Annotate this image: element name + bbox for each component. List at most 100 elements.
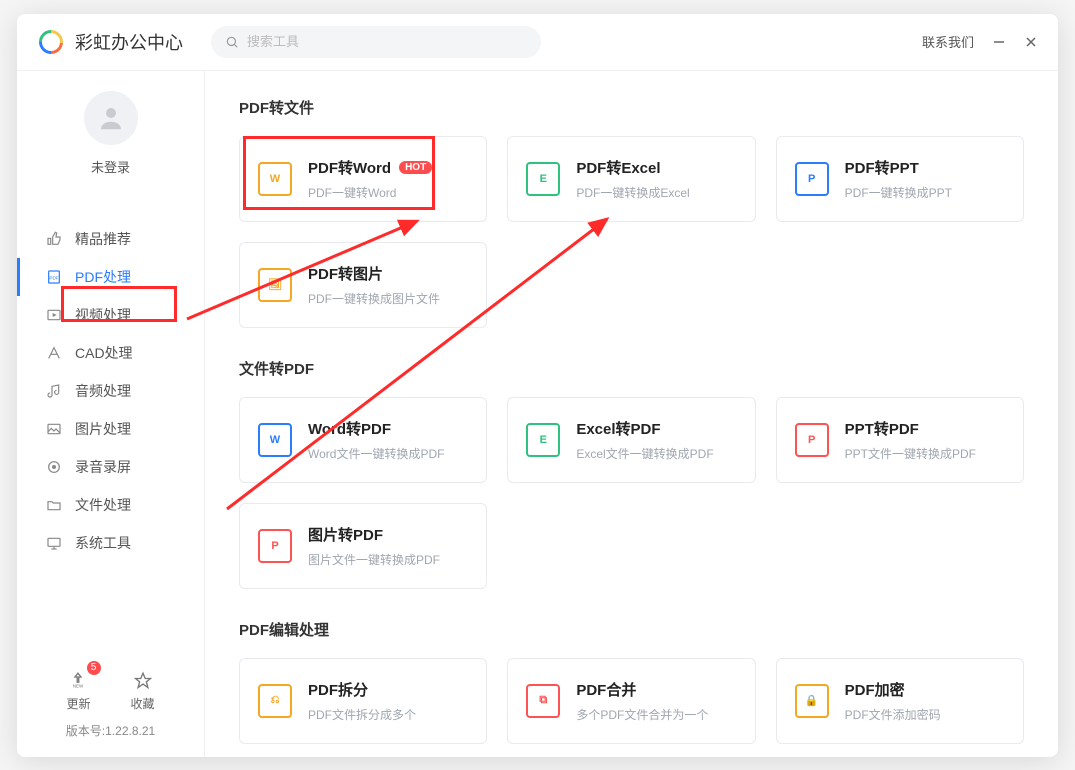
- audio-icon: [45, 382, 63, 400]
- card-subtitle: PPT文件一键转换成PDF: [845, 445, 976, 462]
- lock-icon: 🔒: [795, 684, 829, 718]
- sidebar-footer: 5 NEW 更新 收藏 版本号:1.22.8.21: [17, 669, 204, 757]
- app-title: 彩虹办公中心: [75, 29, 183, 55]
- svg-text:PDF: PDF: [49, 275, 58, 280]
- card-pdf-to-image[interactable]: 🖼 PDF转图片 PDF一键转换成图片文件: [239, 242, 487, 328]
- search-box[interactable]: [211, 26, 541, 58]
- update-button[interactable]: 5 NEW 更新: [66, 669, 90, 712]
- card-grid: W PDF转Word HOT PDF一键转Word E PDF转Excel PD…: [239, 136, 1024, 328]
- excel-icon: E: [526, 423, 560, 457]
- image-icon: [45, 420, 63, 438]
- card-subtitle: PDF文件添加密码: [845, 706, 941, 723]
- sidebar-item-label: 视频处理: [75, 305, 131, 325]
- card-title: PDF转Word: [308, 157, 391, 178]
- sidebar-item-record[interactable]: 录音录屏: [17, 448, 204, 486]
- star-icon: [132, 669, 154, 691]
- user-block[interactable]: 未登录: [17, 71, 204, 200]
- card-title: Excel转PDF: [576, 418, 713, 439]
- card-title: Word转PDF: [308, 418, 444, 439]
- favorite-button[interactable]: 收藏: [131, 669, 155, 712]
- minimize-icon: [993, 36, 1005, 48]
- sidebar-item-featured[interactable]: 精品推荐: [17, 220, 204, 258]
- sidebar-item-label: PDF处理: [75, 267, 131, 287]
- card-image-to-pdf[interactable]: P 图片转PDF 图片文件一键转换成PDF: [239, 503, 487, 589]
- card-title: PDF转图片: [308, 263, 440, 284]
- card-pdf-to-ppt[interactable]: P PDF转PPT PDF一键转换成PPT: [776, 136, 1024, 222]
- sidebar-item-audio[interactable]: 音频处理: [17, 372, 204, 410]
- thumb-up-icon: [45, 230, 63, 248]
- split-icon: ⎌: [258, 684, 292, 718]
- contact-us-link[interactable]: 联系我们: [922, 32, 974, 51]
- card-subtitle: PDF一键转换成Excel: [576, 184, 689, 201]
- card-grid: ⎌ PDF拆分 PDF文件拆分成多个 ⧉ PDF合并 多个PDF文件合并为一个 …: [239, 658, 1024, 744]
- body: 未登录 精品推荐 PDF PDF处理: [17, 70, 1058, 757]
- card-title: PPT转PDF: [845, 418, 976, 439]
- card-title: PDF转PPT: [845, 157, 952, 178]
- card-word-to-pdf[interactable]: W Word转PDF Word文件一键转换成PDF: [239, 397, 487, 483]
- card-ppt-to-pdf[interactable]: P PPT转PDF PPT文件一键转换成PDF: [776, 397, 1024, 483]
- pdf-file-icon: P: [258, 529, 292, 563]
- card-title: 图片转PDF: [308, 524, 440, 545]
- system-icon: [45, 534, 63, 552]
- card-subtitle: PDF一键转Word: [308, 184, 432, 201]
- favorite-label: 收藏: [131, 695, 155, 712]
- ppt-icon: P: [795, 423, 829, 457]
- svg-text:NEW: NEW: [73, 683, 84, 688]
- search-input[interactable]: [247, 34, 527, 49]
- main-content: PDF转文件 W PDF转Word HOT PDF一键转Word E: [205, 71, 1058, 757]
- excel-icon: E: [526, 162, 560, 196]
- ppt-icon: P: [795, 162, 829, 196]
- sidebar-item-pdf[interactable]: PDF PDF处理: [17, 258, 204, 296]
- cad-icon: [45, 344, 63, 362]
- card-pdf-split[interactable]: ⎌ PDF拆分 PDF文件拆分成多个: [239, 658, 487, 744]
- card-subtitle: PDF文件拆分成多个: [308, 706, 416, 723]
- sidebar-item-file[interactable]: 文件处理: [17, 486, 204, 524]
- folder-icon: [45, 496, 63, 514]
- avatar: [84, 91, 138, 145]
- sidebar-item-label: 录音录屏: [75, 457, 131, 477]
- card-grid: W Word转PDF Word文件一键转换成PDF E Excel转PDF Ex…: [239, 397, 1024, 589]
- word-icon: W: [258, 162, 292, 196]
- card-subtitle: Word文件一键转换成PDF: [308, 445, 444, 462]
- sidebar-item-label: 精品推荐: [75, 229, 131, 249]
- app-window: 彩虹办公中心 联系我们: [17, 14, 1058, 757]
- card-pdf-to-word[interactable]: W PDF转Word HOT PDF一键转Word: [239, 136, 487, 222]
- nav: 精品推荐 PDF PDF处理 视频处理: [17, 220, 204, 562]
- sidebar-item-video[interactable]: 视频处理: [17, 296, 204, 334]
- sidebar-item-cad[interactable]: CAD处理: [17, 334, 204, 372]
- section-title: PDF转文件: [239, 97, 1024, 118]
- card-pdf-to-excel[interactable]: E PDF转Excel PDF一键转换成Excel: [507, 136, 755, 222]
- sidebar-item-label: CAD处理: [75, 343, 133, 363]
- card-title: PDF拆分: [308, 679, 416, 700]
- card-title: PDF合并: [576, 679, 708, 700]
- app-logo-icon: [37, 28, 65, 56]
- sidebar-item-label: 文件处理: [75, 495, 131, 515]
- sidebar-item-label: 图片处理: [75, 419, 131, 439]
- video-icon: [45, 306, 63, 324]
- close-icon: [1025, 36, 1037, 48]
- card-pdf-encrypt[interactable]: 🔒 PDF加密 PDF文件添加密码: [776, 658, 1024, 744]
- card-title: PDF转Excel: [576, 157, 689, 178]
- card-subtitle: Excel文件一键转换成PDF: [576, 445, 713, 462]
- card-subtitle: 多个PDF文件合并为一个: [576, 706, 708, 723]
- close-button[interactable]: [1024, 35, 1038, 49]
- titlebar: 彩虹办公中心 联系我们: [17, 14, 1058, 70]
- sidebar-item-label: 音频处理: [75, 381, 131, 401]
- update-badge: 5: [87, 661, 101, 675]
- sidebar: 未登录 精品推荐 PDF PDF处理: [17, 71, 205, 757]
- card-subtitle: PDF一键转换成PPT: [845, 184, 952, 201]
- update-label: 更新: [66, 695, 90, 712]
- card-subtitle: 图片文件一键转换成PDF: [308, 551, 440, 568]
- search-icon: [225, 35, 239, 49]
- minimize-button[interactable]: [992, 35, 1006, 49]
- titlebar-right: 联系我们: [922, 32, 1038, 51]
- sidebar-item-image[interactable]: 图片处理: [17, 410, 204, 448]
- sidebar-item-system[interactable]: 系统工具: [17, 524, 204, 562]
- section-title: PDF编辑处理: [239, 619, 1024, 640]
- version-label: 版本号:1.22.8.21: [17, 722, 204, 739]
- card-pdf-merge[interactable]: ⧉ PDF合并 多个PDF文件合并为一个: [507, 658, 755, 744]
- sidebar-item-label: 系统工具: [75, 533, 131, 553]
- word-icon: W: [258, 423, 292, 457]
- merge-icon: ⧉: [526, 684, 560, 718]
- card-excel-to-pdf[interactable]: E Excel转PDF Excel文件一键转换成PDF: [507, 397, 755, 483]
